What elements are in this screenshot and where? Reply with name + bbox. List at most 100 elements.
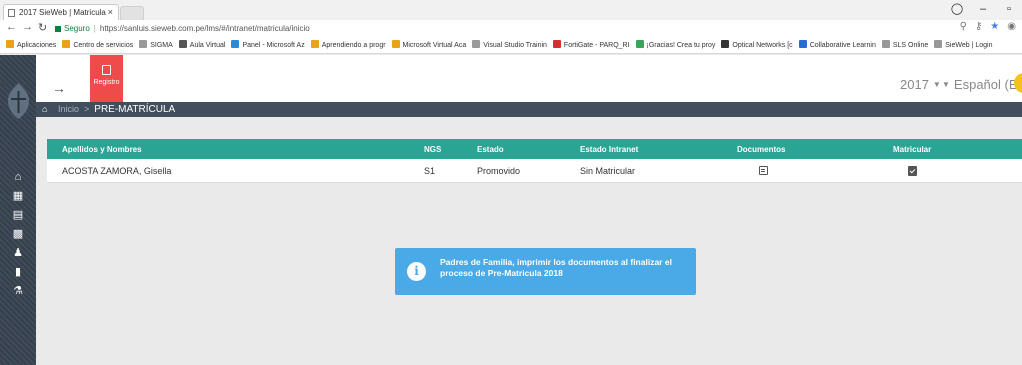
browser-tab-bar: 2017 SieWeb | Matricula × ◯ – ▫ [0, 0, 1022, 20]
account-icon[interactable]: ◯ [944, 0, 970, 20]
column-header-name: Apellidos y Nombres [62, 144, 142, 154]
zoom-icon[interactable]: ⚲ [960, 21, 967, 32]
bookmark-label: Panel - Microsoft Az [242, 42, 305, 49]
chat-icon: ▮ [14, 266, 22, 278]
bookmark-icon [139, 40, 148, 48]
bookmark-icon [721, 40, 730, 48]
school-logo-icon [8, 83, 29, 119]
chevron-down-icon: ▼ [942, 80, 950, 89]
bookmark-item[interactable]: SLS Online [881, 38, 929, 53]
bookmark-item[interactable]: Panel - Microsoft Az [231, 38, 305, 53]
secure-label: Seguro [64, 24, 90, 33]
year-value: 2017 [900, 77, 929, 92]
bookmark-icon [391, 40, 400, 48]
tab-close-icon[interactable]: × [108, 5, 113, 20]
breadcrumb-home-link[interactable]: Inicio [58, 104, 79, 114]
sidebar-item-grades[interactable]: ▩ [0, 224, 36, 243]
bookmark-item[interactable]: FortiGate - PARQ_RI [552, 38, 630, 53]
bookmark-label: Aula Virtual [189, 42, 226, 49]
bookmark-icon [552, 40, 561, 48]
bookmark-label: ¡Gracias! Crea tu proy [646, 42, 716, 49]
sidebar-item-profile[interactable]: ♟ [0, 243, 36, 262]
bookmark-icon [934, 40, 943, 48]
sidebar-item-family[interactable]: ⚗ [0, 281, 36, 300]
alert-message: Padres de Familia, imprimir los document… [440, 257, 672, 278]
column-header-ngs: NGS [424, 144, 442, 154]
sidebar-nav: ⌂ ▦ ▤ ▩ ♟ ▮ ⚗ [0, 167, 36, 300]
bookmark-item[interactable]: Collaborative Learnin [798, 38, 876, 53]
year-select[interactable]: 2017 ▼ [900, 77, 941, 92]
bookmark-label: SLS Online [892, 42, 929, 49]
bookmark-item[interactable]: SIGMA [139, 38, 173, 53]
home-icon: ⌂ [42, 104, 48, 114]
bookmark-label: SIGMA [150, 42, 173, 49]
bookmark-item[interactable]: Centro de servicios [62, 38, 134, 53]
column-header-intranet-status: Estado Intranet [580, 144, 639, 154]
column-header-enroll: Matricular [893, 144, 932, 154]
reload-icon[interactable]: ↻ [38, 21, 47, 34]
documents-icon[interactable] [759, 166, 768, 175]
bookmark-item[interactable]: Aula Virtual [178, 38, 226, 53]
apps-icon [6, 40, 14, 48]
breadcrumb-separator: > [84, 104, 90, 114]
student-intranet-status: Sin Matricular [580, 165, 636, 176]
address-bar: ← → ↻ Seguro | https://sanluis.sieweb.com.… [0, 20, 1022, 38]
edit-icon [102, 65, 111, 75]
column-header-documents: Documentos [737, 144, 786, 154]
url-input[interactable]: Seguro | https://sanluis.sieweb.com.pe/lms… [55, 21, 965, 37]
bookmark-label: Aplicaciones [17, 42, 57, 49]
enroll-icon[interactable] [908, 165, 917, 176]
bookmark-icon [178, 40, 187, 48]
bookmark-item[interactable]: Microsoft Virtual Aca [391, 38, 466, 53]
back-icon[interactable]: ← [6, 21, 17, 33]
column-header-status: Estado [477, 144, 504, 154]
bookmark-icon [310, 40, 319, 48]
family-icon: ⚗ [13, 285, 23, 297]
bookmark-icon [62, 40, 71, 48]
language-value: Español (ES) [953, 77, 1022, 92]
bookmark-icon [472, 40, 481, 48]
table-row: ACOSTA ZAMORA, Gisella S1 Promovido Sin … [47, 159, 1022, 183]
collapse-arrow-icon[interactable]: → [52, 80, 66, 96]
student-status: Promovido [477, 165, 521, 176]
document-icon: ▤ [12, 209, 24, 221]
bookmark-icon [798, 40, 807, 48]
bookmark-item[interactable]: Visual Studio Trainin [472, 38, 547, 53]
page-icon [8, 9, 15, 17]
sidebar-item-documents[interactable]: ▤ [0, 205, 36, 224]
grid-icon: ▩ [12, 228, 24, 240]
bookmark-item[interactable]: Aprendiendo a progr [310, 38, 386, 53]
sidebar-item-home[interactable]: ⌂ [0, 167, 36, 186]
home-icon: ⌂ [14, 170, 22, 183]
bookmark-label: Visual Studio Trainin [483, 42, 547, 49]
maximize-button[interactable]: ▫ [996, 0, 1022, 20]
extension-icon[interactable]: ◉ [1007, 21, 1016, 32]
new-tab-button[interactable] [120, 6, 144, 20]
table-header: Apellidos y Nombres NGS Estado Estado In… [47, 139, 1022, 159]
student-ngs: S1 [424, 165, 436, 176]
bookmark-item[interactable]: Optical Networks [c [721, 38, 793, 53]
bookmark-label: Centro de servicios [73, 42, 134, 49]
documents-cell [737, 159, 768, 182]
bookmark-item[interactable]: ¡Gracias! Crea tu proy [635, 38, 716, 53]
sidebar-item-messages[interactable]: ▮ [0, 262, 36, 281]
bookmarks-bar: Aplicaciones Centro de servicios SIGMA Aula… [0, 38, 1022, 54]
browser-tab[interactable]: 2017 SieWeb | Matricula × [3, 4, 119, 20]
chevron-down-icon: ▼ [932, 80, 941, 89]
forward-icon[interactable]: → [22, 21, 33, 33]
language-select[interactable]: ▼Español (ES) [942, 77, 1022, 92]
bookmark-item[interactable]: SieWeb | Login [934, 38, 993, 53]
key-icon[interactable]: ⚷ [975, 21, 982, 32]
info-icon: i [407, 262, 426, 281]
bookmark-label: FortiGate - PARQ_RI [563, 42, 630, 49]
sidebar-item-calendar[interactable]: ▦ [0, 186, 36, 205]
register-button[interactable]: Registro [90, 55, 123, 102]
bookmark-star-icon[interactable]: ★ [990, 21, 999, 32]
bookmark-item[interactable]: Aplicaciones [6, 38, 57, 53]
breadcrumb: ⌂ Inicio > PRE-MATRÍCULA [36, 102, 1022, 117]
bookmark-label: Optical Networks [c [732, 42, 793, 49]
minimize-button[interactable]: – [970, 0, 996, 20]
window-controls: ◯ – ▫ [944, 0, 1022, 20]
user-icon: ♟ [13, 247, 23, 259]
info-alert: i Padres de Familia, imprimir los docume… [395, 248, 696, 295]
